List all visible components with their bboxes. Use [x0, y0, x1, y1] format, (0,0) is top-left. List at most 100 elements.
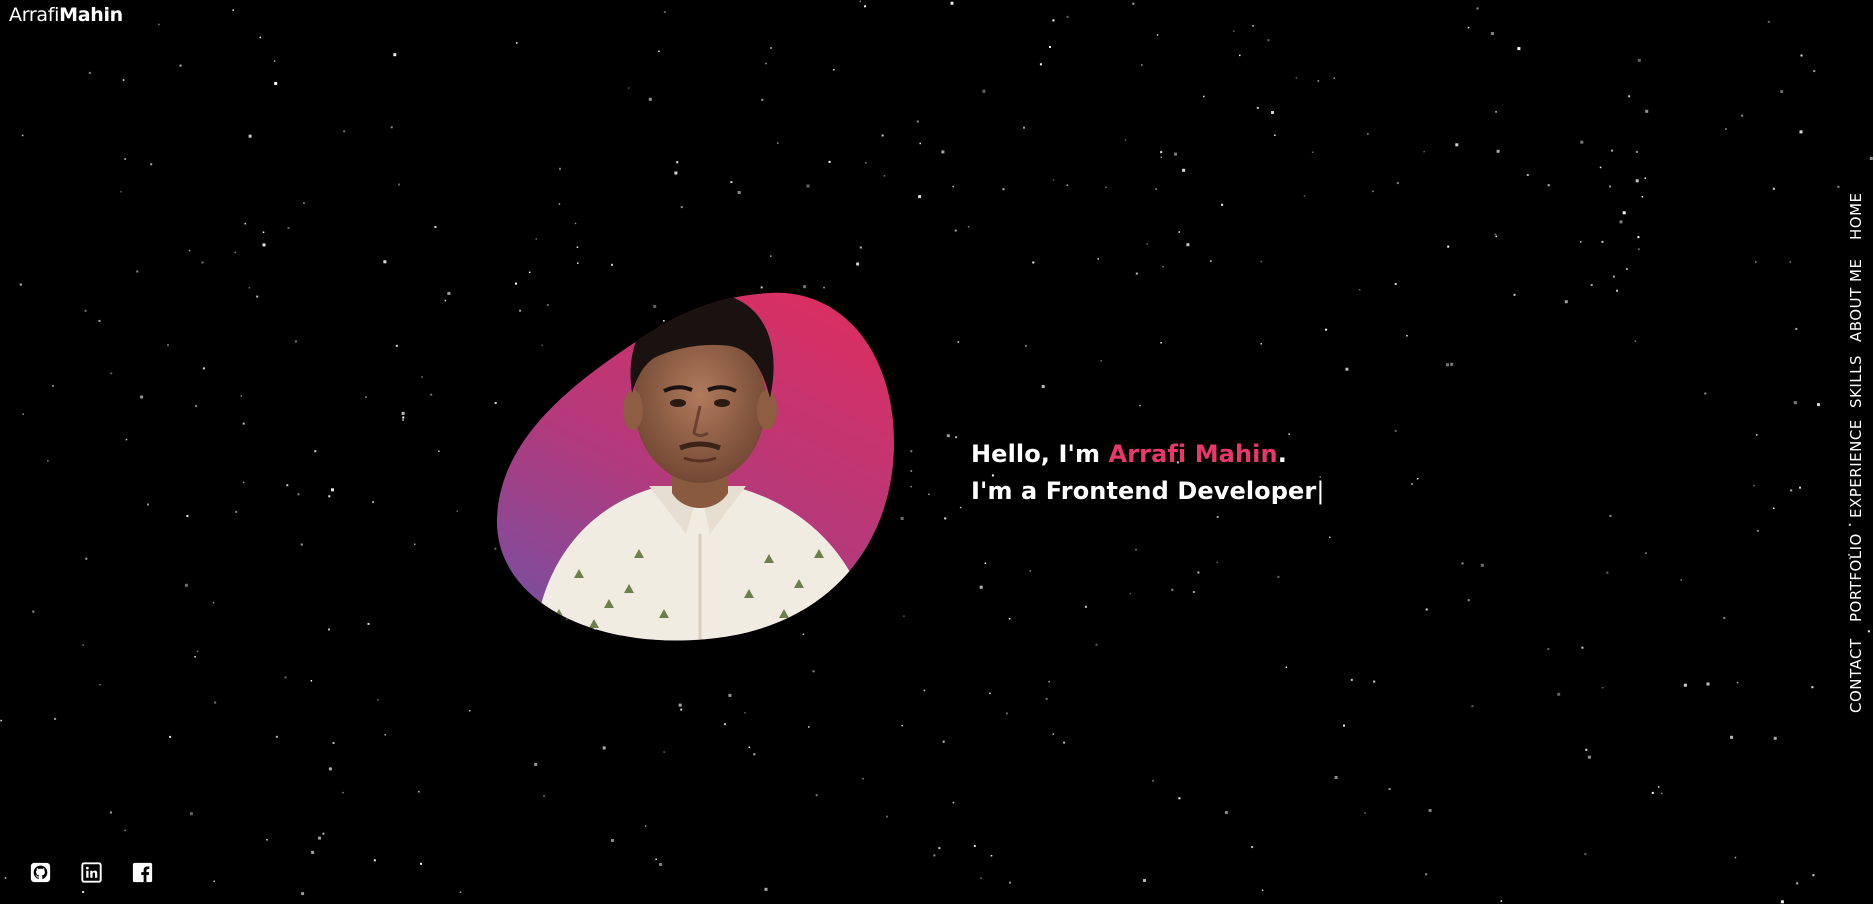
star: [910, 470, 913, 472]
nav-item-home[interactable]: HOME: [1847, 192, 1865, 240]
star: [1333, 77, 1336, 79]
star: [1495, 111, 1497, 113]
star: [1048, 680, 1050, 683]
star: [188, 249, 191, 252]
star: [1772, 187, 1775, 190]
nav-item-skills[interactable]: SKILLS: [1847, 355, 1865, 408]
star: [1581, 646, 1584, 649]
star: [213, 880, 215, 883]
star: [627, 87, 630, 89]
star: [611, 839, 614, 842]
star: [1455, 143, 1459, 147]
hero-intro: Hello, I'm Arrafi Mahin. I'm a Frontend …: [971, 436, 1325, 510]
star: [1753, 484, 1755, 487]
star: [328, 628, 330, 631]
star: [84, 309, 87, 312]
star: [1156, 34, 1159, 36]
star: [343, 130, 346, 133]
star: [284, 676, 287, 679]
star: [1490, 32, 1494, 35]
star: [1063, 741, 1066, 744]
star: [1271, 111, 1274, 114]
star: [1052, 19, 1055, 22]
star: [1476, 7, 1479, 10]
star: [919, 142, 921, 145]
facebook-link[interactable]: [132, 862, 153, 883]
nav-item-contact[interactable]: CONTACT: [1847, 638, 1865, 713]
star: [1447, 245, 1450, 248]
star: [1496, 149, 1500, 153]
star: [1146, 243, 1148, 245]
star: [1428, 809, 1432, 812]
star: [1773, 507, 1775, 509]
nav-item-about-me[interactable]: ABOUT ME: [1847, 259, 1865, 342]
profile-portrait: [494, 288, 897, 644]
star: [678, 703, 682, 707]
star: [611, 263, 613, 266]
star: [753, 753, 756, 756]
site-logo[interactable]: ArrafiMahin: [9, 4, 123, 26]
star: [1285, 666, 1288, 668]
star: [1024, 344, 1027, 347]
star: [242, 422, 245, 425]
star: [1295, 77, 1298, 79]
star: [1423, 150, 1425, 153]
star: [959, 506, 962, 509]
star: [1224, 811, 1228, 814]
star: [287, 227, 290, 229]
star: [1139, 404, 1141, 407]
star: [1135, 548, 1137, 551]
star: [420, 862, 422, 865]
star: [311, 850, 315, 854]
star: [1799, 486, 1801, 489]
star: [674, 171, 678, 175]
nav-item-portfolio[interactable]: PORTFOLIO: [1847, 533, 1865, 622]
star: [300, 543, 303, 546]
star: [459, 891, 462, 893]
star: [1580, 241, 1582, 243]
star: [1526, 174, 1529, 176]
star: [1174, 152, 1177, 156]
star: [1325, 328, 1328, 331]
star: [1661, 792, 1663, 795]
github-link[interactable]: [30, 862, 51, 883]
star: [179, 64, 182, 67]
star: [332, 742, 335, 744]
star: [1197, 571, 1200, 574]
star: [989, 692, 991, 695]
star: [655, 858, 657, 861]
star: [1233, 30, 1235, 32]
starfield-background: [0, 0, 1873, 904]
star: [242, 481, 245, 484]
star: [22, 413, 24, 415]
greeting-suffix: .: [1277, 440, 1287, 468]
star: [342, 791, 344, 794]
star: [942, 740, 945, 743]
star: [765, 62, 767, 65]
star: [1097, 258, 1099, 260]
star: [244, 222, 246, 225]
star: [99, 683, 101, 686]
star: [941, 150, 945, 154]
star: [1601, 240, 1604, 243]
star: [777, 142, 779, 144]
star: [1767, 20, 1770, 23]
star: [1178, 797, 1181, 800]
star: [262, 231, 265, 233]
star: [770, 47, 772, 49]
star: [1288, 433, 1290, 435]
star: [365, 396, 367, 398]
nav-item-experience[interactable]: EXPERIENCE: [1847, 419, 1865, 518]
star: [558, 203, 561, 205]
star: [1066, 15, 1069, 18]
star: [1155, 188, 1157, 190]
star: [1129, 592, 1131, 595]
linkedin-link[interactable]: [81, 862, 102, 883]
star: [1637, 58, 1641, 62]
star: [310, 680, 313, 682]
star: [1416, 478, 1419, 480]
star: [1793, 401, 1797, 405]
star: [859, 246, 862, 249]
star: [318, 836, 321, 840]
star: [414, 543, 416, 545]
